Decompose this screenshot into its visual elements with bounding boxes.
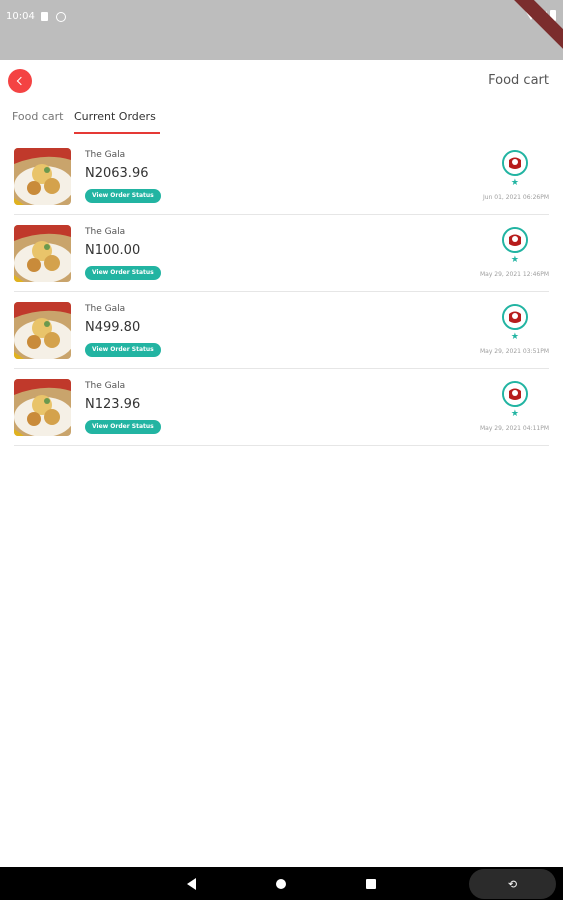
order-row[interactable]: The Gala N100.00 View Order Status ★ May…: [14, 215, 549, 292]
dnd-icon: [56, 12, 66, 22]
system-nav-bar: ⟲: [0, 867, 563, 900]
restaurant-logo: [502, 304, 528, 330]
food-thumbnail: [14, 225, 71, 282]
restaurant-logo: [502, 381, 528, 407]
order-price: N100.00: [85, 243, 141, 258]
order-time: May 29, 2021 03:51PM: [479, 348, 549, 355]
order-price: N123.96: [85, 397, 141, 412]
food-thumbnail: [14, 302, 71, 359]
order-row[interactable]: The Gala N123.96 View Order Status ★ May…: [14, 369, 549, 446]
order-price: N499.80: [85, 320, 141, 335]
tab-food-cart[interactable]: Food cart: [12, 110, 64, 123]
page-title: Food cart: [488, 73, 549, 88]
chevron-left-icon: [16, 76, 26, 86]
food-thumbnail: [14, 148, 71, 205]
view-order-status-button[interactable]: View Order Status: [85, 343, 161, 357]
view-order-status-button[interactable]: View Order Status: [85, 266, 161, 280]
restaurant-name: The Gala: [85, 227, 126, 237]
view-order-status-button[interactable]: View Order Status: [85, 420, 161, 434]
status-bar: 10:04: [0, 0, 563, 60]
order-price: N2063.96: [85, 166, 149, 181]
nav-recents-icon[interactable]: [366, 879, 376, 889]
order-row[interactable]: The Gala N2063.96 View Order Status ★ Ju…: [14, 138, 549, 215]
order-time: May 29, 2021 12:46PM: [479, 271, 549, 278]
order-time: Jun 01, 2021 06:26PM: [483, 194, 549, 201]
restaurant-logo: [502, 227, 528, 253]
restaurant-name: The Gala: [85, 150, 126, 160]
tab-indicator: [74, 132, 160, 134]
sd-card-icon: [41, 12, 48, 21]
tab-current-orders[interactable]: Current Orders: [74, 110, 156, 123]
rotate-screen-button[interactable]: ⟲: [469, 869, 556, 899]
food-thumbnail: [14, 379, 71, 436]
nav-back-icon[interactable]: [187, 878, 196, 890]
debug-banner: [502, 0, 563, 60]
back-button[interactable]: [8, 69, 32, 93]
order-time: May 29, 2021 04:11PM: [479, 425, 549, 432]
nav-home-icon[interactable]: [276, 879, 286, 889]
star-icon: ★: [510, 409, 519, 419]
rotate-icon: ⟲: [507, 877, 518, 891]
status-time: 10:04: [6, 11, 35, 22]
star-icon: ★: [510, 255, 519, 265]
order-row[interactable]: The Gala N499.80 View Order Status ★ May…: [14, 292, 549, 369]
restaurant-logo: [502, 150, 528, 176]
restaurant-name: The Gala: [85, 381, 126, 391]
restaurant-name: The Gala: [85, 304, 126, 314]
order-list: The Gala N2063.96 View Order Status ★ Ju…: [14, 138, 549, 446]
tab-bar: Food cart Current Orders: [0, 104, 563, 136]
view-order-status-button[interactable]: View Order Status: [85, 189, 161, 203]
star-icon: ★: [510, 332, 519, 342]
star-icon: ★: [510, 178, 519, 188]
